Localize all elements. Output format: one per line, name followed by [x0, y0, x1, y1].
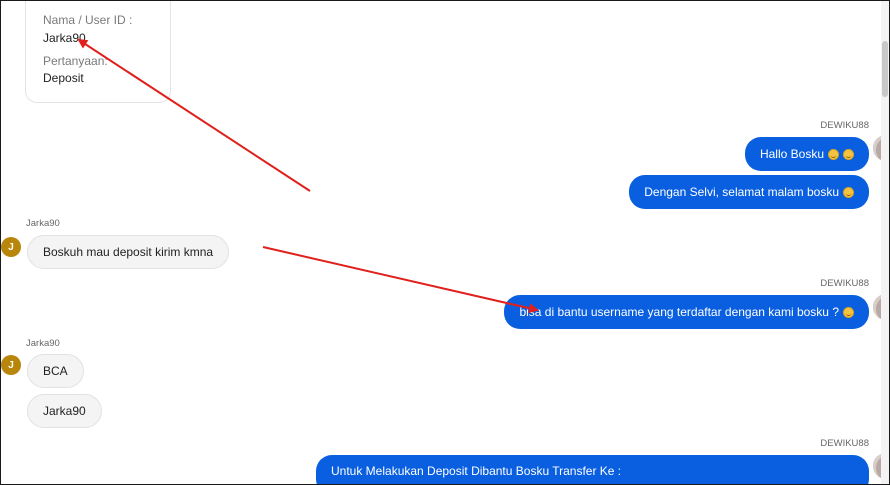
smile-emoji-icon	[843, 186, 854, 198]
message-text: BCA	[43, 364, 68, 378]
sender-name: DEWIKU88	[820, 120, 869, 131]
sender-name: DEWIKU88	[820, 278, 869, 289]
message-text: Boskuh mau deposit kirim kmna	[43, 245, 214, 259]
smile-emoji-icon	[843, 306, 854, 318]
message-text: Hallo Bosku	[759, 147, 824, 161]
chat-window: Nama / User ID : Jarka90 Pertanyaan: Dep…	[0, 0, 890, 485]
message-text: bisa di bantu username yang terdaftar de…	[519, 305, 839, 319]
annotation-arrow-icon	[262, 246, 539, 314]
message-bubble[interactable]: Boskuh mau deposit kirim kmna	[27, 235, 230, 269]
user-avatar: J	[1, 237, 21, 257]
message-bubble[interactable]: Untuk Melakukan Deposit Dibantu Bosku Tr…	[316, 455, 869, 484]
avatar-letter: J	[8, 241, 14, 253]
scrollbar-thumb[interactable]	[882, 41, 888, 97]
question-label: Pertanyaan:	[43, 54, 108, 68]
user-info-card: Nama / User ID : Jarka90 Pertanyaan: Dep…	[25, 1, 171, 103]
sender-name: DEWIKU88	[820, 438, 869, 449]
sender-name: Jarka90	[26, 218, 60, 229]
message-bubble[interactable]: Hallo Bosku	[744, 137, 869, 171]
smile-emoji-icon	[843, 148, 854, 160]
name-value: Jarka90	[43, 31, 86, 45]
scrollbar[interactable]	[881, 1, 889, 484]
question-value: Deposit	[43, 71, 84, 85]
name-label: Nama / User ID :	[43, 13, 133, 27]
message-bubble[interactable]: Dengan Selvi, selamat malam bosku	[629, 175, 869, 209]
message-bubble[interactable]: BCA	[27, 354, 84, 388]
heart-eyes-emoji-icon	[828, 148, 839, 160]
sender-name: Jarka90	[26, 338, 60, 349]
message-text: Jarka90	[43, 404, 86, 418]
user-avatar: J	[1, 355, 21, 375]
message-text: Untuk Melakukan Deposit Dibantu Bosku Tr…	[331, 464, 622, 478]
avatar-letter: J	[8, 359, 14, 371]
message-bubble[interactable]: bisa di bantu username yang terdaftar de…	[504, 295, 869, 329]
message-text: Dengan Selvi, selamat malam bosku	[644, 185, 839, 199]
message-bubble[interactable]: Jarka90	[27, 394, 102, 428]
